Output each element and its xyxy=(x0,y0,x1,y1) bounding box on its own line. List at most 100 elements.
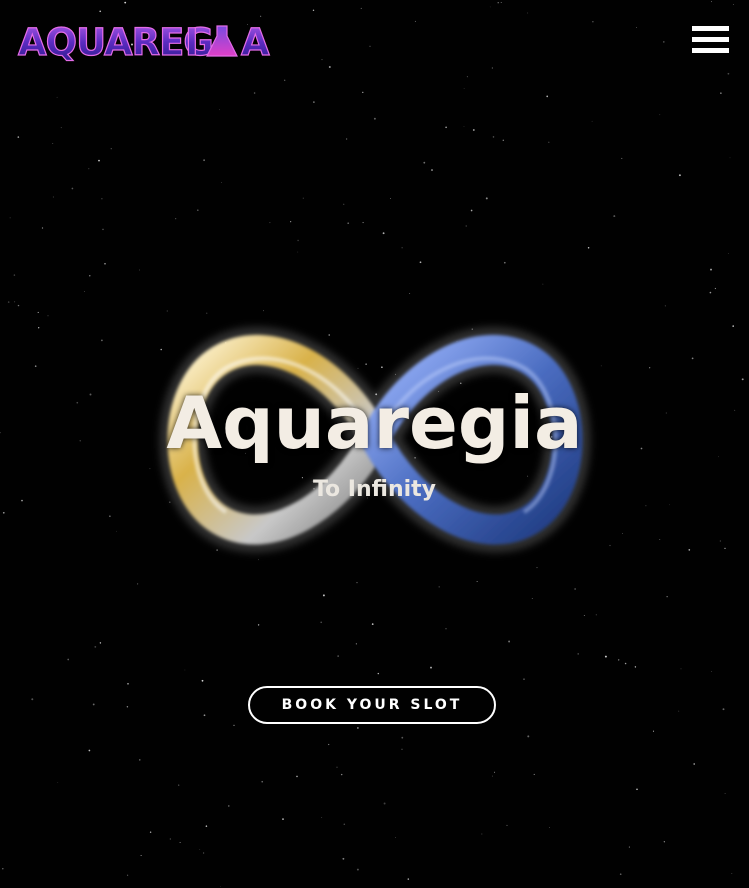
star xyxy=(431,169,433,171)
star xyxy=(503,261,506,264)
star xyxy=(502,139,504,141)
star xyxy=(395,837,396,838)
star xyxy=(282,818,284,820)
star xyxy=(356,581,358,584)
star xyxy=(220,886,221,888)
star xyxy=(533,773,535,775)
book-your-slot-button[interactable]: BOOK YOUR SLOT xyxy=(248,686,496,724)
star xyxy=(60,127,62,129)
star xyxy=(221,182,222,183)
hamburger-menu-icon[interactable] xyxy=(690,24,730,56)
star xyxy=(41,227,44,229)
landing-page: AQUAREG I A Aquaregia To Infinity BOOK Y… xyxy=(0,0,749,888)
star xyxy=(203,159,205,162)
star xyxy=(680,668,682,670)
star xyxy=(714,287,717,290)
star xyxy=(57,782,59,783)
star xyxy=(269,222,271,224)
star xyxy=(139,759,141,761)
star xyxy=(678,174,681,177)
star xyxy=(407,878,410,880)
star xyxy=(492,136,495,138)
star xyxy=(94,646,97,648)
star xyxy=(52,143,54,144)
star xyxy=(313,101,315,103)
star xyxy=(445,627,447,630)
star xyxy=(727,253,729,254)
star xyxy=(101,198,103,200)
star xyxy=(178,784,180,786)
star xyxy=(196,209,199,212)
star xyxy=(362,91,364,94)
svg-text:A: A xyxy=(241,21,270,62)
star xyxy=(419,261,422,264)
hero-title: Aquaregia xyxy=(166,381,583,465)
star xyxy=(613,215,616,218)
star xyxy=(619,873,622,876)
star xyxy=(508,640,511,643)
star xyxy=(342,857,345,860)
star xyxy=(17,136,20,138)
star xyxy=(89,275,91,277)
star xyxy=(492,775,493,777)
star xyxy=(666,596,668,598)
star xyxy=(340,773,343,776)
star xyxy=(137,583,139,585)
star xyxy=(126,874,129,876)
star xyxy=(390,198,391,199)
star xyxy=(56,96,58,98)
star xyxy=(711,671,713,672)
star xyxy=(343,823,346,826)
star xyxy=(577,653,579,655)
star xyxy=(624,662,627,665)
star xyxy=(465,225,467,227)
star xyxy=(377,672,380,675)
star xyxy=(531,598,533,599)
star xyxy=(371,623,374,625)
star xyxy=(470,209,473,212)
star xyxy=(9,217,11,219)
star xyxy=(549,827,550,828)
star xyxy=(357,727,359,729)
star xyxy=(219,109,220,111)
star xyxy=(720,92,722,94)
star xyxy=(583,614,585,616)
star xyxy=(322,594,325,597)
star xyxy=(13,274,16,276)
star xyxy=(618,659,620,661)
star xyxy=(587,247,590,249)
star xyxy=(472,129,475,131)
star xyxy=(126,706,129,708)
star xyxy=(261,780,264,783)
star xyxy=(149,831,152,833)
star xyxy=(383,802,386,805)
star xyxy=(139,269,140,271)
star xyxy=(591,120,593,122)
star xyxy=(373,117,376,120)
star xyxy=(709,291,712,294)
star xyxy=(506,824,508,826)
star xyxy=(320,621,323,624)
star xyxy=(202,852,205,854)
hero-subtitle: To Infinity xyxy=(312,477,437,502)
star xyxy=(494,771,496,773)
aquaregia-logo[interactable]: AQUAREG I A xyxy=(16,20,274,62)
menu-bar-top xyxy=(692,26,729,31)
star xyxy=(290,221,292,223)
star xyxy=(98,159,100,162)
star xyxy=(199,849,201,850)
star xyxy=(527,735,530,738)
star xyxy=(659,114,661,116)
star xyxy=(729,157,731,159)
star xyxy=(71,187,74,190)
star xyxy=(652,730,655,732)
star xyxy=(476,581,478,582)
star xyxy=(257,624,260,626)
star xyxy=(253,92,256,94)
svg-text:AQUAREG: AQUAREG xyxy=(18,21,213,62)
star xyxy=(523,678,525,680)
star xyxy=(233,724,235,727)
star xyxy=(445,126,447,129)
star xyxy=(110,148,112,150)
star xyxy=(438,586,440,588)
